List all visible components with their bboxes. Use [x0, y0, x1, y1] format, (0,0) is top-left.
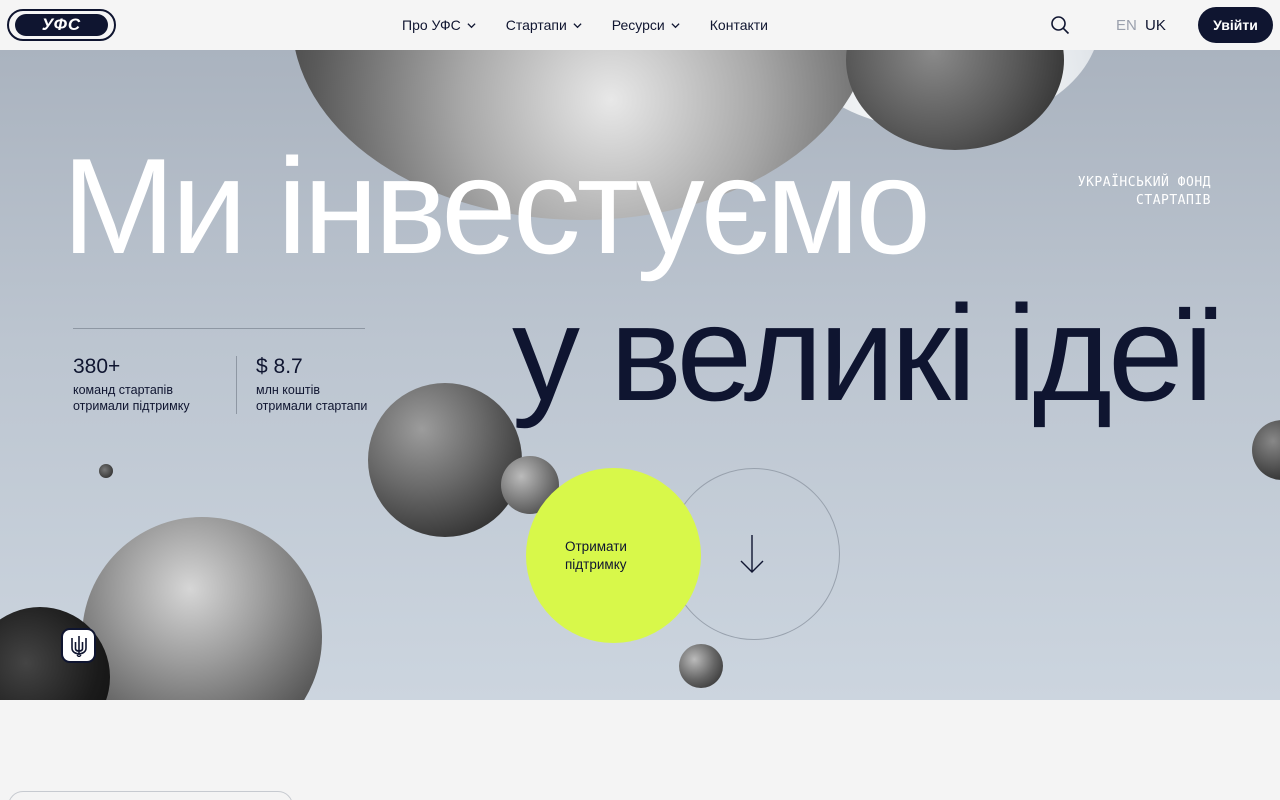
- decorative-sphere: [82, 517, 322, 700]
- section-pill: [8, 791, 293, 800]
- nav-item-label: Про УФС: [402, 17, 461, 33]
- lang-uk[interactable]: UK: [1145, 17, 1166, 34]
- logo-text: УФС: [15, 14, 108, 36]
- decorative-sphere: [1252, 420, 1280, 480]
- stat-teams: 380+ команд стартапів отримали підтримку: [73, 355, 190, 414]
- stat-value: $ 8.7: [256, 355, 303, 378]
- divider: [73, 328, 365, 329]
- nav-item-label: Ресурси: [611, 17, 665, 33]
- tagline-line: УКРАЇНСЬКИЙ ФОНД: [1077, 175, 1211, 190]
- hero-heading-line2: у великі ідеї: [512, 277, 1217, 429]
- chevron-down-icon: [573, 22, 582, 28]
- chevron-down-icon: [671, 22, 680, 28]
- trident-badge[interactable]: [61, 628, 96, 663]
- stat-text: команд стартапів: [73, 383, 173, 397]
- decorative-sphere: [368, 383, 522, 537]
- trident-icon: [70, 635, 87, 657]
- language-switcher: EN UK: [1116, 17, 1166, 34]
- nav-item-about[interactable]: Про УФС: [402, 17, 476, 33]
- cta-label-line: підтримку: [565, 557, 627, 572]
- stat-text: отримали підтримку: [73, 399, 190, 413]
- header: УФС Про УФС Стартапи Ресурси Контакти EN…: [0, 0, 1280, 50]
- nav-item-resources[interactable]: Ресурси: [612, 17, 680, 33]
- decorative-sphere: [679, 644, 723, 688]
- next-section: [0, 700, 1280, 800]
- logo[interactable]: УФС: [7, 9, 116, 41]
- nav-item-label: Контакти: [709, 17, 768, 33]
- divider: [236, 356, 237, 414]
- nav-item-contacts[interactable]: Контакти: [710, 17, 768, 33]
- search-icon[interactable]: [1050, 15, 1070, 35]
- stat-text: отримали стартапи: [256, 399, 368, 413]
- stat-value: 380+: [73, 355, 121, 378]
- cta-label: Отримати підтримку: [565, 538, 627, 574]
- login-button[interactable]: Увійти: [1198, 7, 1273, 43]
- hero-heading-line1: Ми інвестуємо: [62, 130, 931, 282]
- tagline-line: СТАРТАПІВ: [1136, 193, 1211, 208]
- nav-item-startups[interactable]: Стартапи: [506, 17, 582, 33]
- fund-tagline: УКРАЇНСЬКИЙ ФОНД СТАРТАПІВ: [1078, 174, 1211, 210]
- main-nav: Про УФС Стартапи Ресурси Контакти: [402, 0, 798, 50]
- lang-en[interactable]: EN: [1116, 17, 1137, 34]
- decorative-sphere: [99, 464, 113, 478]
- stat-funds: $ 8.7 млн коштів отримали стартапи: [256, 355, 367, 414]
- nav-item-label: Стартапи: [505, 17, 567, 33]
- cta-label-line: Отримати: [565, 539, 627, 554]
- arrow-down-icon: [740, 535, 764, 573]
- stat-text: млн коштів: [256, 383, 320, 397]
- chevron-down-icon: [467, 22, 476, 28]
- hero: Ми інвестуємо у великі ідеї УКРАЇНСЬКИЙ …: [0, 50, 1280, 700]
- get-support-button[interactable]: Отримати підтримку: [526, 468, 701, 643]
